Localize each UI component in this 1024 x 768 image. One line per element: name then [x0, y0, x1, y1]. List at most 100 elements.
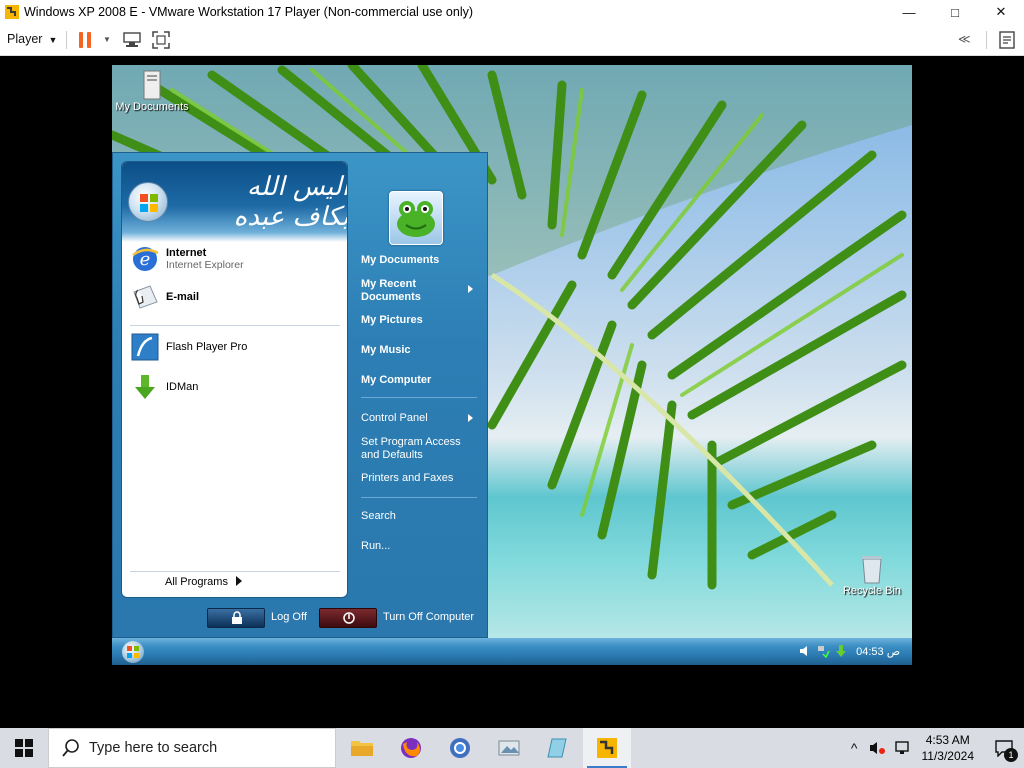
desktop-icon-label: Recycle Bin	[842, 585, 902, 597]
recent-idman[interactable]: IDMan	[130, 372, 340, 402]
turn-off-label[interactable]: Turn Off Computer	[383, 611, 474, 623]
download-arrow-icon[interactable]	[834, 644, 848, 658]
desktop-icon-my-documents[interactable]: My Documents	[114, 69, 190, 113]
pinned-title: Internet	[166, 247, 207, 259]
fullscreen-icon[interactable]	[151, 30, 171, 50]
pause-dropdown-icon[interactable]: ▼	[103, 35, 111, 44]
chevron-up-icon[interactable]: ^	[851, 740, 858, 756]
network-icon[interactable]	[816, 644, 830, 658]
taskbar-app-4[interactable]	[485, 728, 533, 768]
pause-icon-bar	[87, 32, 91, 48]
pinned-subtitle: Internet Explorer	[166, 259, 244, 271]
taskbar-firefox[interactable]	[387, 728, 435, 768]
menu-control-panel[interactable]: Control Panel	[361, 412, 473, 424]
windows-logo-icon	[15, 739, 33, 757]
vmware-icon	[5, 5, 19, 19]
taskbar-file-explorer[interactable]	[338, 728, 386, 768]
start-menu-header: الیس الله بکاف عبده	[122, 162, 348, 242]
all-programs-button[interactable]: All Programs	[165, 576, 242, 588]
log-off-label[interactable]: Log Off	[271, 611, 307, 623]
windows-flag-icon	[140, 194, 158, 212]
volume-muted-icon[interactable]	[868, 740, 886, 756]
menu-run[interactable]: Run...	[361, 540, 390, 552]
menu-my-recent-documents[interactable]: My Recent Documents	[361, 278, 473, 304]
player-menu-label: Player	[7, 32, 43, 46]
recent-label: IDMan	[166, 381, 199, 393]
menu-separator	[361, 397, 477, 398]
ie-icon: e	[132, 247, 159, 271]
chrome-icon	[450, 738, 470, 758]
log-off-button[interactable]	[207, 608, 265, 628]
email-icon	[133, 285, 158, 309]
windows-flag-icon	[127, 646, 139, 658]
collapse-toolbar-icon[interactable]: ≪	[958, 32, 971, 46]
close-button[interactable]: ✕	[978, 0, 1024, 24]
menu-my-pictures[interactable]: My Pictures	[361, 314, 423, 326]
menu-my-music[interactable]: My Music	[361, 344, 411, 356]
taskbar-app-5[interactable]	[534, 728, 582, 768]
guest-desktop[interactable]: My Documents Recycle Bin الیس الله بکاف …	[112, 65, 912, 665]
pinned-internet[interactable]: e Internet Internet Explorer	[130, 244, 340, 274]
chevron-down-icon: ▼	[48, 35, 58, 45]
taskbar-vmware[interactable]	[583, 728, 631, 768]
host-start-button[interactable]	[0, 728, 48, 768]
window-title: Windows XP 2008 E - VMware Workstation 1…	[24, 5, 474, 19]
menu-separator	[130, 571, 340, 572]
pinned-title: E-mail	[166, 291, 200, 303]
desktop-icon-recycle-bin[interactable]: Recycle Bin	[834, 553, 910, 597]
frog-avatar[interactable]	[389, 191, 443, 245]
arrow-right-icon	[468, 285, 473, 293]
user-picture	[128, 182, 168, 222]
menu-set-program-access[interactable]: Set Program Access and Defaults	[361, 436, 473, 462]
menu-my-documents[interactable]: My Documents	[361, 254, 439, 266]
guest-taskbar: 04:53 ص	[112, 638, 912, 665]
svg-text:e: e	[140, 249, 151, 270]
taskbar-chrome[interactable]	[436, 728, 484, 768]
menu-printers-and-faxes[interactable]: Printers and Faxes	[361, 472, 453, 484]
network-icon[interactable]	[894, 740, 912, 756]
host-search-box[interactable]: Type here to search	[48, 728, 336, 768]
maximize-button[interactable]: □	[932, 0, 978, 24]
send-ctrl-alt-del-icon[interactable]	[122, 31, 142, 49]
menu-my-computer[interactable]: My Computer	[361, 374, 431, 386]
vmware-toolbar: Player ▼ ▼ ≪	[0, 24, 1024, 56]
notification-badge: 1	[1004, 748, 1018, 762]
turn-off-button[interactable]	[319, 608, 377, 628]
pause-icon	[79, 32, 83, 48]
my-documents-icon	[143, 70, 161, 100]
guest-start-button[interactable]	[122, 641, 144, 663]
header-calligraphy: الیس الله بکاف عبده	[233, 172, 348, 232]
pause-button[interactable]	[79, 32, 93, 48]
host-system-tray: ^ 4:53 AM 11/3/2024 1	[851, 728, 1024, 768]
all-programs-label: All Programs	[165, 576, 228, 588]
toolbar-divider	[986, 31, 987, 49]
action-center-button[interactable]: 1	[984, 728, 1024, 768]
menu-separator	[361, 497, 477, 498]
search-placeholder: Type here to search	[89, 740, 218, 756]
minimize-button[interactable]: —	[886, 0, 932, 24]
recent-flash-player-pro[interactable]: Flash Player Pro	[130, 332, 340, 362]
host-taskbar: Type here to search ^ 4:53 AM 11/3/2024 …	[0, 728, 1024, 768]
toolbar-divider	[66, 31, 67, 49]
recent-label: Flash Player Pro	[166, 341, 248, 353]
menu-search[interactable]: Search	[361, 510, 396, 522]
host-date: 11/3/2024	[921, 749, 975, 763]
start-menu-left-pane: الیس الله بکاف عبده e Internet Internet …	[121, 161, 348, 598]
guest-system-tray: 04:53 ص	[798, 644, 900, 658]
vmware-icon	[597, 738, 617, 758]
host-clock[interactable]: 4:53 AM 11/3/2024	[922, 732, 975, 764]
player-menu[interactable]: Player ▼	[7, 32, 57, 46]
guest-clock[interactable]: 04:53 ص	[856, 645, 900, 658]
power-icon	[343, 612, 355, 624]
folder-icon	[351, 741, 373, 756]
download-arrow-icon	[135, 375, 155, 399]
start-menu: الیس الله بکاف عبده e Internet Internet …	[112, 152, 488, 638]
speaker-icon[interactable]	[798, 644, 812, 658]
image-editor-icon	[498, 740, 520, 756]
notes-icon	[547, 738, 567, 758]
window-titlebar: Windows XP 2008 E - VMware Workstation 1…	[0, 0, 1024, 24]
unity-notes-icon[interactable]	[997, 30, 1017, 50]
arrow-right-icon	[468, 414, 473, 422]
pinned-email[interactable]: E-mail	[130, 282, 340, 312]
lock-icon	[232, 611, 242, 624]
